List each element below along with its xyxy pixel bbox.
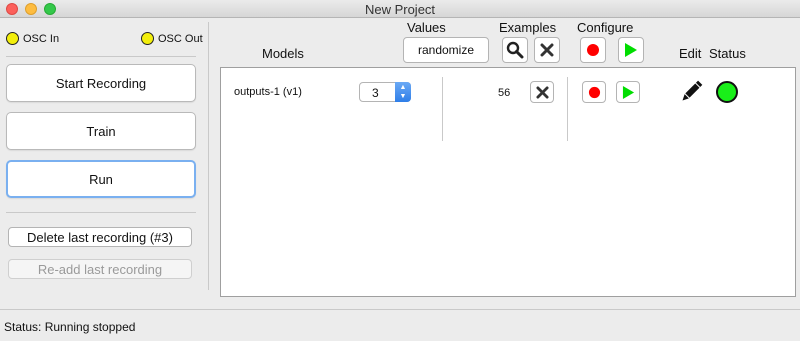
window-title: New Project [364,2,436,17]
model-record-button[interactable] [582,81,606,103]
run-all-button[interactable] [618,37,644,63]
models-table [220,67,796,297]
status-bar-text: Status: Running stopped [4,320,136,334]
pencil-icon[interactable] [679,80,703,104]
model-run-button[interactable] [616,81,640,103]
osc-out-label: OSC Out [158,32,203,45]
model-status-indicator [716,81,738,103]
model-value-stepper[interactable]: 3 ▲ ▼ [359,82,411,102]
configure-header: Configure [577,20,634,35]
delete-last-recording-button[interactable]: Delete last recording (#3) [8,227,192,247]
divider [6,56,196,57]
statusbar-divider [0,309,800,310]
record-icon [588,86,600,98]
play-icon [622,85,634,99]
osc-in-label: OSC In [23,32,60,45]
play-icon [625,43,637,57]
panel-divider [208,22,209,290]
randomize-button[interactable]: randomize [403,37,489,63]
column-divider [567,77,568,141]
x-icon [540,43,554,57]
osc-in-indicator: OSC In [6,32,59,45]
osc-out-light-icon [141,32,154,45]
model-name: outputs-1 (v1) [234,86,302,98]
model-value: 3 [372,86,379,100]
osc-in-light-icon [6,32,19,45]
examples-header: Examples [499,20,557,35]
train-button[interactable]: Train [6,112,196,150]
status-header: Status [709,46,746,61]
divider [6,212,196,213]
stepper-arrows-icon[interactable]: ▲ ▼ [395,82,411,102]
models-header: Models [262,46,304,61]
readd-last-recording-button[interactable]: Re-add last recording [8,259,192,279]
examples-search-button[interactable] [502,37,528,63]
delete-model-examples-button[interactable] [530,81,554,103]
edit-header: Edit [679,46,702,61]
osc-out-indicator: OSC Out [141,32,203,45]
values-header: Values [407,20,446,35]
examples-count: 56 [498,87,511,99]
start-recording-button[interactable]: Start Recording [6,64,196,102]
record-icon [587,44,599,56]
window-titlebar: New Project [0,0,800,18]
run-button[interactable]: Run [6,160,196,198]
record-all-button[interactable] [580,37,606,63]
search-icon [506,41,524,59]
delete-all-examples-button[interactable] [534,37,560,63]
column-divider [442,77,443,141]
x-icon [535,85,549,99]
